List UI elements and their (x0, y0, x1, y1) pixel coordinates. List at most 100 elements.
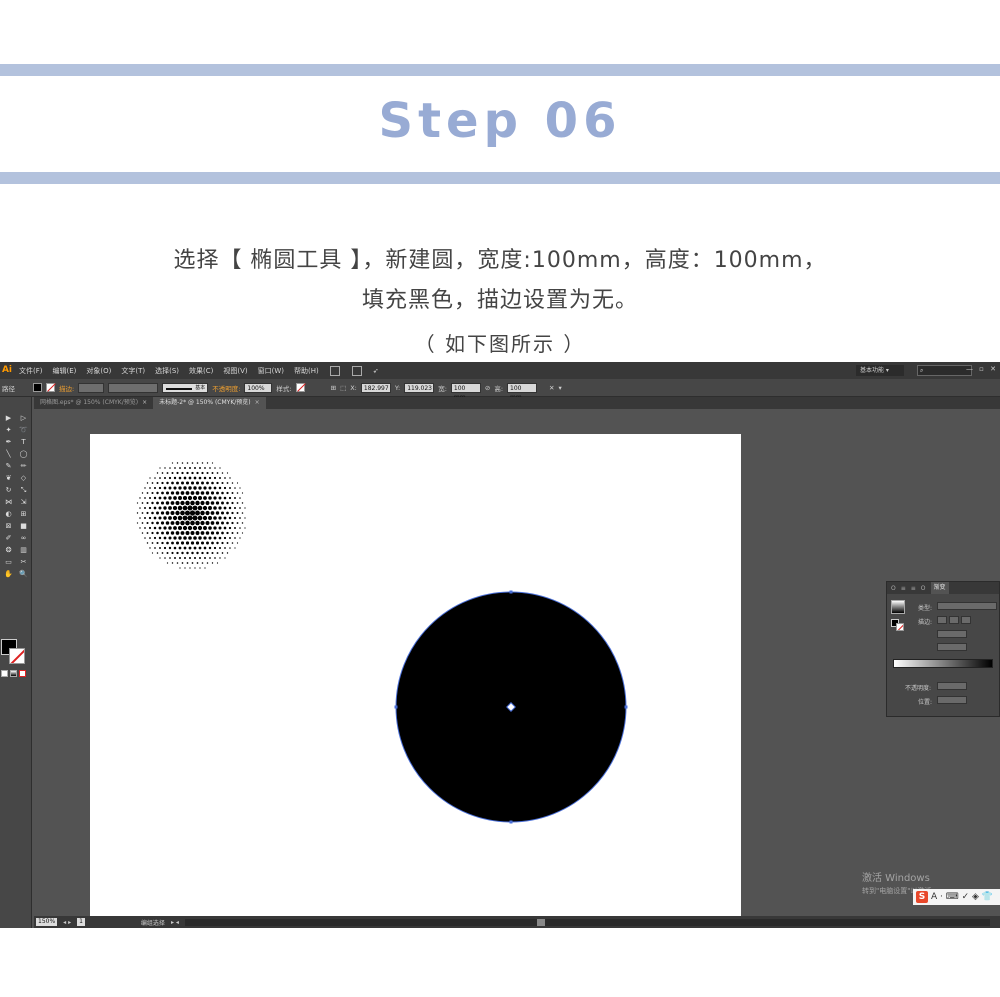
menu-help[interactable]: 帮助(H) (289, 366, 324, 376)
menu-type[interactable]: 文字(T) (116, 366, 150, 376)
panel-tab[interactable]: Ο (921, 585, 926, 592)
panel-tab[interactable]: Ο (891, 585, 896, 592)
halftone-dot-circle[interactable] (136, 462, 246, 569)
zoom-field[interactable]: 150% (36, 918, 58, 926)
stroke-swatch[interactable] (46, 383, 55, 392)
workspace-switcher[interactable]: 基本功能 ▾ (856, 365, 904, 376)
isolate-icon[interactable]: ✕ (549, 384, 554, 392)
scale-icon[interactable]: ⤡ (17, 485, 30, 495)
aspect-field[interactable] (937, 643, 967, 651)
none-button[interactable] (19, 670, 26, 677)
selection-icon[interactable]: ▶ (2, 413, 15, 423)
pencil-icon[interactable]: ✏ (17, 461, 30, 471)
opacity-label[interactable]: 不透明度: (212, 383, 240, 393)
y-field[interactable]: 119.023 (404, 382, 435, 393)
blend-icon[interactable]: ∞ (17, 533, 30, 543)
graph-icon[interactable]: ▥ (17, 545, 30, 555)
eraser-icon[interactable]: ◇ (17, 473, 30, 483)
mesh-icon[interactable]: ⊠ (2, 521, 15, 531)
brush-definition[interactable]: 基本 (162, 382, 209, 393)
stroke-weight-field[interactable] (78, 382, 105, 393)
blob-brush-icon[interactable]: ❦ (2, 473, 15, 483)
status-menu-icon[interactable]: ▸ ◂ (171, 919, 179, 926)
line-icon[interactable]: ╲ (2, 449, 15, 459)
horizontal-scrollbar[interactable] (184, 918, 990, 926)
gradient-ramp[interactable] (893, 659, 993, 668)
rotate-icon[interactable]: ↻ (2, 485, 15, 495)
width-icon[interactable]: ⋈ (2, 497, 15, 507)
arrange-documents-icon[interactable] (351, 365, 362, 376)
ellipse-icon[interactable]: ◯ (17, 449, 30, 459)
stroke-mode-3[interactable] (961, 616, 971, 624)
opacity-field[interactable]: 100% (244, 382, 273, 393)
menu-edit[interactable]: 编辑(E) (48, 366, 82, 376)
lasso-icon[interactable]: ➰ (17, 425, 30, 435)
anchor-point[interactable] (624, 705, 628, 709)
gradient-button[interactable] (10, 670, 17, 677)
sogou-ime-icon[interactable]: S (916, 891, 928, 903)
type-icon[interactable]: T (17, 437, 30, 447)
gradient-icon[interactable]: ■ (17, 521, 30, 531)
stroke-mode-2[interactable] (949, 616, 959, 624)
hand-icon[interactable]: ✋ (2, 569, 15, 579)
gpu-rocket-icon[interactable]: ➶ (368, 367, 384, 375)
perspective-icon[interactable]: ⊞ (17, 509, 30, 519)
slice-icon[interactable]: ✂ (17, 557, 30, 567)
close-icon[interactable]: × (255, 399, 260, 406)
panel-tab[interactable]: ≡ (901, 585, 906, 592)
graphic-style-swatch[interactable] (295, 383, 305, 392)
magic-wand-icon[interactable]: ✦ (2, 425, 15, 435)
width-field[interactable]: 100 mm (450, 382, 481, 401)
tab-halftone-document[interactable]: 网格图.eps* @ 150% (CMYK/预览) × (34, 397, 153, 409)
direct-selection-icon[interactable]: ▷ (17, 413, 30, 423)
align-icon[interactable]: ⊞ (331, 384, 336, 392)
menu-object[interactable]: 对象(O) (81, 366, 116, 376)
panel-tab[interactable]: ≡ (911, 585, 916, 592)
eyedropper-icon[interactable]: ✐ (2, 533, 15, 543)
panel-menu-icon[interactable]: ▾ (559, 384, 562, 392)
angle-field[interactable] (937, 630, 967, 638)
ime-tools[interactable]: A · ⌨ ✓ ◈ 👕 (931, 892, 993, 902)
artboard[interactable] (90, 434, 741, 918)
variable-width-field[interactable] (108, 382, 159, 393)
gradient-type-select[interactable] (937, 602, 997, 610)
gp-stroke-box[interactable] (896, 623, 904, 631)
symbol-sprayer-icon[interactable]: ❂ (2, 545, 15, 555)
scroll-thumb[interactable] (536, 918, 545, 926)
ime-toolbar[interactable]: S A · ⌨ ✓ ◈ 👕 (913, 889, 1000, 905)
shape-builder-icon[interactable]: ◐ (2, 509, 15, 519)
gradient-swatch[interactable] (891, 600, 905, 614)
tab-gradient[interactable]: 渐变 (930, 582, 949, 594)
stroke-color-box[interactable] (9, 648, 25, 664)
stroke-label[interactable]: 描边: (59, 383, 74, 393)
tab-untitled-2[interactable]: 未标题-2* @ 150% (CMYK/预览) × (153, 397, 266, 409)
free-transform-icon[interactable]: ⇲ (17, 497, 30, 507)
menu-window[interactable]: 窗口(W) (253, 366, 289, 376)
color-button[interactable] (1, 670, 8, 677)
gradient-location-field[interactable] (937, 696, 967, 704)
close-icon[interactable]: × (142, 399, 147, 406)
anchor-point[interactable] (394, 705, 398, 709)
bridge-icon[interactable] (329, 365, 340, 376)
menu-select[interactable]: 选择(S) (150, 366, 184, 376)
zoom-icon[interactable]: 🔍 (17, 569, 30, 579)
stroke-mode-1[interactable] (937, 616, 947, 624)
paintbrush-icon[interactable]: ✎ (2, 461, 15, 471)
anchor-point[interactable] (509, 590, 513, 594)
pen-icon[interactable]: ✒ (2, 437, 15, 447)
x-field[interactable]: 182.997 (360, 382, 391, 393)
artboard-icon[interactable]: ▭ (2, 557, 15, 567)
menu-view[interactable]: 视图(V) (218, 366, 252, 376)
fill-swatch[interactable] (33, 383, 42, 392)
search-input[interactable]: ⌕ (917, 365, 972, 376)
link-icon[interactable]: ⊘ (485, 384, 490, 392)
artboard-number-field[interactable]: 1 (77, 918, 85, 926)
height-field[interactable]: 100 mm (507, 382, 538, 401)
menu-effect[interactable]: 效果(C) (184, 366, 218, 376)
transform-icon[interactable]: ⬚ (340, 384, 346, 392)
artboard-nav-icon[interactable]: ◂ ▸ (63, 919, 71, 926)
menu-file[interactable]: 文件(F) (14, 366, 48, 376)
anchor-point[interactable] (509, 820, 513, 824)
window-controls[interactable]: — ▫ ✕ (966, 365, 998, 373)
gradient-opacity-field[interactable] (937, 682, 967, 690)
